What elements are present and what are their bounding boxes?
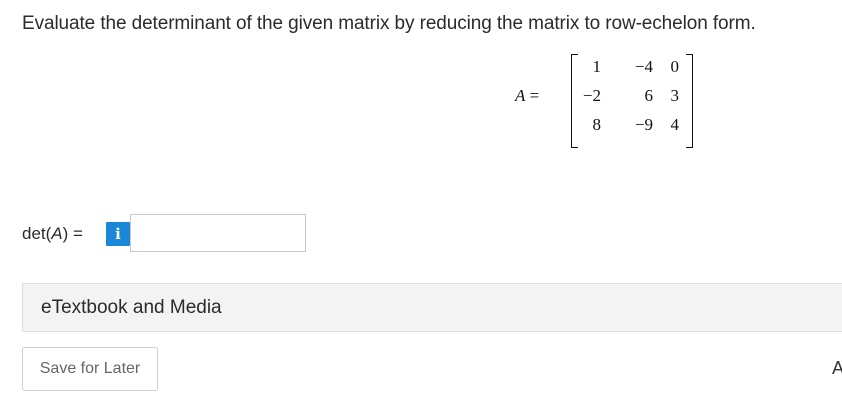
answer-label-fn: det( [22,224,52,243]
matrix-cell: 4 [670,115,680,134]
matrix-lhs: A = [515,86,539,106]
answer-label-var: A [51,224,63,243]
matrix-cell: 6 [644,86,654,105]
matrix-cell: 8 [592,115,602,134]
equals-sign: = [529,86,540,105]
matrix-row: −2 6 3 [579,86,685,115]
answer-label: det(A) = [22,224,83,244]
matrix-row: 1 −4 0 [579,57,685,86]
matrix-cell: −9 [634,115,653,134]
matrix-name: A [515,86,526,105]
attempts-indicator: A [832,358,842,378]
matrix-row: 8 −9 4 [579,115,685,144]
determinant-answer-input[interactable] [130,214,306,252]
matrix-cell: 3 [670,86,680,105]
etextbook-media-label: eTextbook and Media [41,297,222,318]
matrix-cell: 1 [592,57,602,76]
matrix-cell: −4 [634,57,653,76]
matrix-cell: −2 [582,86,601,105]
info-icon[interactable]: i [106,222,130,246]
etextbook-media-panel[interactable]: eTextbook and Media [22,283,842,332]
question-prompt: Evaluate the determinant of the given ma… [22,13,756,34]
matrix-cell: 0 [670,57,680,76]
answer-label-close: ) = [62,224,83,243]
matrix-left-bracket [571,54,578,148]
matrix-grid: 1 −4 0 −2 6 3 8 −9 4 [579,57,685,144]
save-for-later-button[interactable]: Save for Later [22,347,158,391]
matrix-right-bracket [686,54,693,148]
